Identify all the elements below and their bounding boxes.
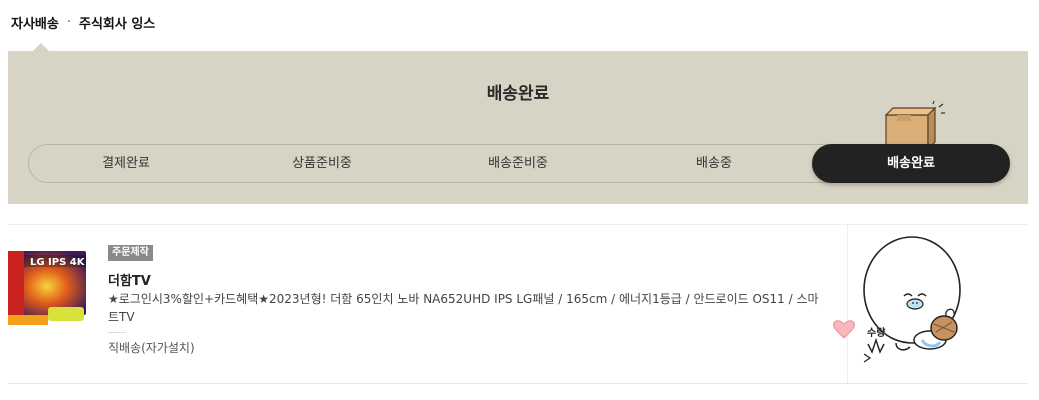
product-thumbnail[interactable]: LG IPS 4K [8, 245, 88, 325]
product-description[interactable]: ★로그인시3%할인+카드혜택★2023년형! 더함 65인치 노바 NA652U… [108, 290, 828, 326]
description-separator [108, 332, 126, 333]
delivery-status-panel: 배송완료 결제완료 상품준비중 배송준비중 배송중 배송완료 [8, 51, 1028, 204]
panel-notch [33, 43, 49, 51]
separator: · [66, 15, 71, 30]
custom-order-badge: 주문제작 [108, 245, 153, 261]
shipping-type: 자사배송 [11, 17, 59, 32]
step-preparing-shipment: 배송준비중 [488, 156, 548, 171]
product-name[interactable]: 더함TV [108, 270, 151, 289]
delivery-method: 직배송(자가설치) [108, 341, 195, 355]
status-title: 배송완료 [486, 84, 550, 104]
shipper-company: 주식회사 잉스 [78, 17, 156, 32]
step-delivered: 배송완료 [812, 144, 1010, 183]
step-in-transit: 배송중 [696, 156, 732, 171]
quantity-label: 수량 [867, 328, 886, 339]
thumb-brand-text: LG IPS 4K [30, 257, 86, 268]
shipper-info: 자사배송 · 주식회사 잉스 [11, 13, 155, 32]
divider [8, 383, 1028, 384]
divider [8, 224, 1028, 225]
mascot-sticker-icon [826, 228, 966, 372]
step-payment-complete: 결제완료 [102, 156, 150, 171]
step-preparing-product: 상품준비중 [292, 156, 352, 171]
